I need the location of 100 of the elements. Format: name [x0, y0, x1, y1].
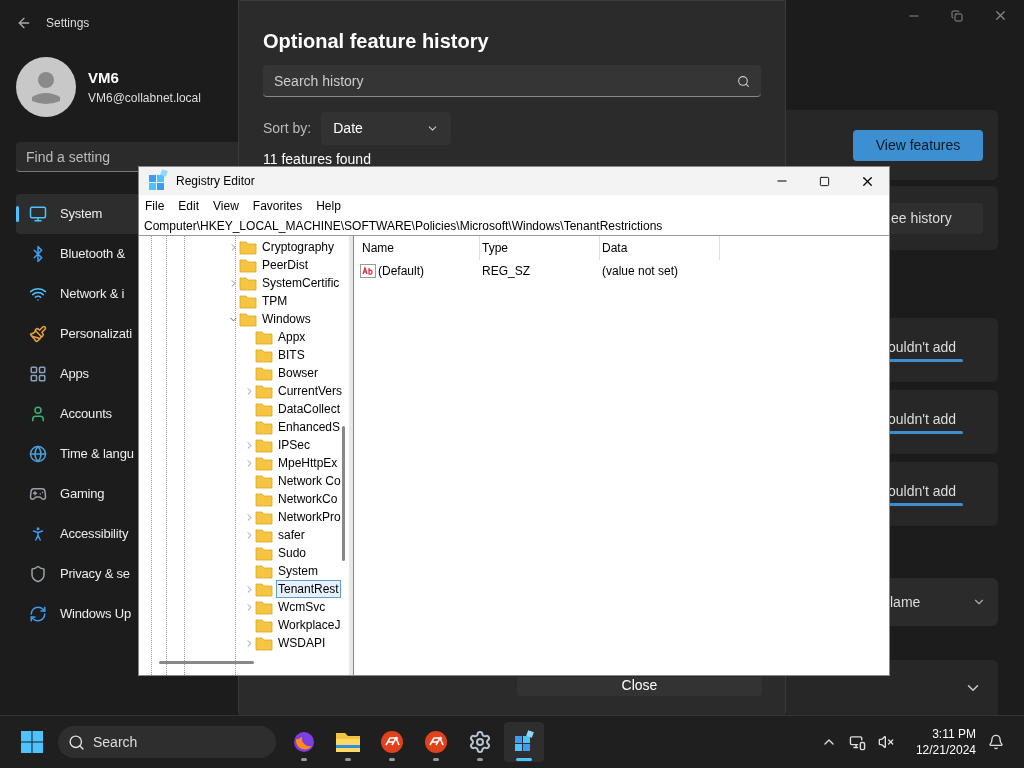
- nav-item[interactable]: Privacy & se: [16, 554, 138, 594]
- sort-dropdown[interactable]: lame: [890, 578, 998, 626]
- tree-row[interactable]: Windows: [139, 310, 349, 328]
- address-bar[interactable]: Computer\HKEY_LOCAL_MACHINE\SOFTWARE\Policies\Microsoft\Windows\TenantRestrictions: [139, 216, 889, 236]
- tree-row[interactable]: NetworkCo: [139, 490, 349, 508]
- registry-key[interactable]: CurrentVers: [276, 382, 345, 400]
- tree-row[interactable]: Cryptography: [139, 238, 349, 256]
- tree-row[interactable]: Bowser: [139, 364, 349, 382]
- network-icon[interactable]: [848, 733, 866, 751]
- volume-muted-icon[interactable]: [877, 734, 894, 750]
- tree-row[interactable]: SystemCertific: [139, 274, 349, 292]
- registry-key[interactable]: DataCollect: [276, 400, 343, 418]
- nav-item[interactable]: Bluetooth &: [16, 234, 138, 274]
- see-history-button[interactable]: ee history: [891, 202, 983, 234]
- shield-icon: [29, 565, 47, 583]
- nav-item[interactable]: Windows Up: [16, 594, 138, 634]
- tree-row[interactable]: Network Co: [139, 472, 349, 490]
- clock-time[interactable]: 3:11 PM: [932, 726, 976, 742]
- registry-key[interactable]: Sudo: [276, 544, 309, 562]
- notification-icon[interactable]: [988, 734, 1004, 750]
- nav-item[interactable]: Time & langu: [16, 434, 138, 474]
- tree-row[interactable]: EnhancedS: [139, 418, 349, 436]
- folder-icon: [255, 563, 273, 579]
- tree-row[interactable]: WorkplaceJ: [139, 616, 349, 634]
- nav-item[interactable]: Personalizati: [16, 314, 138, 354]
- sort-dropdown[interactable]: Date: [321, 112, 452, 145]
- registry-key[interactable]: WorkplaceJ: [276, 616, 343, 634]
- registry-key[interactable]: WSDAPI: [276, 634, 328, 652]
- tree-row[interactable]: WSDAPI: [139, 634, 349, 652]
- tree-row[interactable]: safer: [139, 526, 349, 544]
- close-button[interactable]: Close: [517, 677, 762, 696]
- start-icon[interactable]: [20, 730, 44, 754]
- scrollbar[interactable]: [342, 426, 345, 561]
- globe-icon: [29, 445, 47, 463]
- taskbar-search[interactable]: Search: [58, 726, 276, 758]
- folder-icon: [255, 509, 273, 525]
- registry-key[interactable]: Appx: [276, 328, 308, 346]
- taskbar-app[interactable]: [504, 722, 544, 762]
- nav-label: Time & langu: [60, 445, 134, 464]
- menu-item[interactable]: Favorites: [252, 196, 303, 215]
- tree-row[interactable]: BITS: [139, 346, 349, 364]
- registry-key[interactable]: WcmSvc: [276, 598, 328, 616]
- registry-key[interactable]: safer: [276, 526, 307, 544]
- search-history-field[interactable]: Search history: [263, 65, 761, 97]
- tree-row[interactable]: NetworkPro: [139, 508, 349, 526]
- tree-row[interactable]: TenantRest: [139, 580, 349, 598]
- registry-key[interactable]: MpeHttpEx: [276, 454, 340, 472]
- column-header[interactable]: Name: [360, 236, 480, 260]
- tree-row[interactable]: WcmSvc: [139, 598, 349, 616]
- column-header[interactable]: Data: [600, 236, 720, 260]
- menu-item[interactable]: File: [145, 196, 165, 215]
- registry-key[interactable]: PeerDist: [260, 256, 310, 274]
- tree-row[interactable]: IPSec: [139, 436, 349, 454]
- registry-key[interactable]: NetworkCo: [276, 490, 340, 508]
- tree-row[interactable]: MpeHttpEx: [139, 454, 349, 472]
- menu-item[interactable]: View: [213, 196, 239, 215]
- nav-item[interactable]: Accessibility: [16, 514, 138, 554]
- registry-key[interactable]: IPSec: [276, 436, 312, 454]
- registry-key[interactable]: System: [276, 562, 320, 580]
- nav-item[interactable]: Gaming: [16, 474, 138, 514]
- registry-key[interactable]: NetworkPro: [276, 508, 343, 526]
- column-header[interactable]: Type: [480, 236, 600, 260]
- tree-row[interactable]: System: [139, 562, 349, 580]
- folder-icon: [255, 491, 273, 507]
- registry-key[interactable]: BITS: [276, 346, 307, 364]
- view-features-button[interactable]: View features: [853, 129, 983, 161]
- nav-item[interactable]: System: [16, 194, 138, 234]
- back-icon[interactable]: [16, 15, 32, 31]
- registry-key[interactable]: TPM: [260, 292, 290, 310]
- registry-key[interactable]: Cryptography: [260, 238, 337, 256]
- tree-row[interactable]: PeerDist: [139, 256, 349, 274]
- nav-item[interactable]: Network & i: [16, 274, 138, 314]
- registry-key[interactable]: Bowser: [276, 364, 320, 382]
- registry-key[interactable]: Network Co: [276, 472, 343, 490]
- folder-icon: [255, 617, 273, 633]
- restore-icon[interactable]: [951, 9, 963, 22]
- tree-row[interactable]: DataCollect: [139, 400, 349, 418]
- nav-label: Accounts: [60, 405, 112, 424]
- value-name: (Default): [378, 263, 424, 280]
- registry-key[interactable]: TenantRest: [276, 580, 341, 598]
- clock-date[interactable]: 12/21/2024: [915, 742, 976, 758]
- menu-item[interactable]: Help: [316, 196, 341, 215]
- menu-item[interactable]: Edit: [178, 196, 200, 215]
- window-title: Settings: [46, 15, 90, 32]
- registry-key[interactable]: Windows: [260, 310, 313, 328]
- maximize-icon[interactable]: [819, 175, 830, 187]
- registry-key[interactable]: SystemCertific: [260, 274, 342, 292]
- folder-icon: [255, 329, 273, 345]
- scrollbar[interactable]: [159, 661, 254, 664]
- nav-item[interactable]: Apps: [16, 354, 138, 394]
- tree-row[interactable]: Sudo: [139, 544, 349, 562]
- nav-label: Gaming: [60, 485, 105, 504]
- tree-row[interactable]: Appx: [139, 328, 349, 346]
- dialog-title: Optional feature history: [263, 29, 490, 54]
- search-icon[interactable]: [737, 75, 750, 88]
- nav-item[interactable]: Accounts: [16, 394, 138, 434]
- status-text: ouldn't add: [888, 482, 957, 501]
- tree-row[interactable]: TPM: [139, 292, 349, 310]
- registry-key[interactable]: EnhancedS: [276, 418, 343, 436]
- tree-row[interactable]: CurrentVers: [139, 382, 349, 400]
